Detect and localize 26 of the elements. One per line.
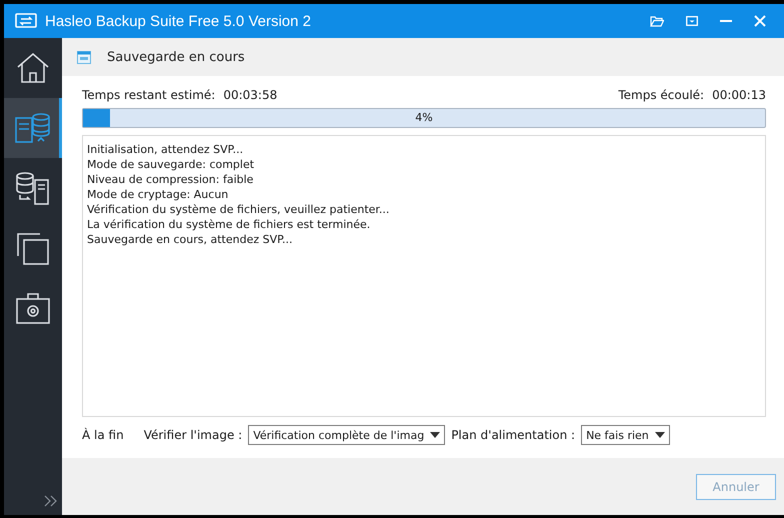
verify-label: Vérifier l'image : [144, 428, 242, 442]
remaining-label: Temps restant estimé: [82, 88, 216, 102]
power-label: Plan d'alimentation : [451, 428, 576, 442]
log-line: Mode de sauvegarde: complet [87, 157, 256, 172]
window-icon [77, 50, 91, 64]
close-icon[interactable] [754, 15, 766, 27]
log-line: Mode de cryptage: Aucun [87, 187, 230, 202]
progress-percent: 4% [415, 111, 433, 124]
window-title: Hasleo Backup Suite Free 5.0 Version 2 [45, 12, 311, 30]
log-line: La vérification du système de fichiers est terminée. [87, 217, 372, 232]
log-line: Niveau de compression: faible [87, 172, 254, 187]
elapsed-label: Temps écoulé: [618, 88, 704, 102]
dropdown-icon[interactable] [686, 16, 698, 26]
log-line: Vérification du système de fichiers, veuillez patienter... [87, 202, 390, 217]
expand-icon[interactable] [44, 495, 58, 507]
at-end-label: À la fin [82, 428, 124, 442]
log-line: Sauvegarde en cours, attendez SVP... [87, 232, 294, 247]
page-title: Sauvegarde en cours [107, 50, 245, 64]
minimize-icon[interactable] [720, 20, 732, 22]
folder-icon[interactable] [650, 16, 664, 26]
remaining-time: 00:03:58 [223, 88, 278, 102]
log-line: Initialisation, attendez SVP... [87, 142, 244, 157]
app-icon [15, 13, 37, 29]
elapsed-time: 00:00:13 [712, 88, 766, 102]
verify-dropdown[interactable]: Vérification complète de l'imag [248, 425, 446, 445]
power-dropdown[interactable]: Ne fais rien [581, 425, 670, 445]
